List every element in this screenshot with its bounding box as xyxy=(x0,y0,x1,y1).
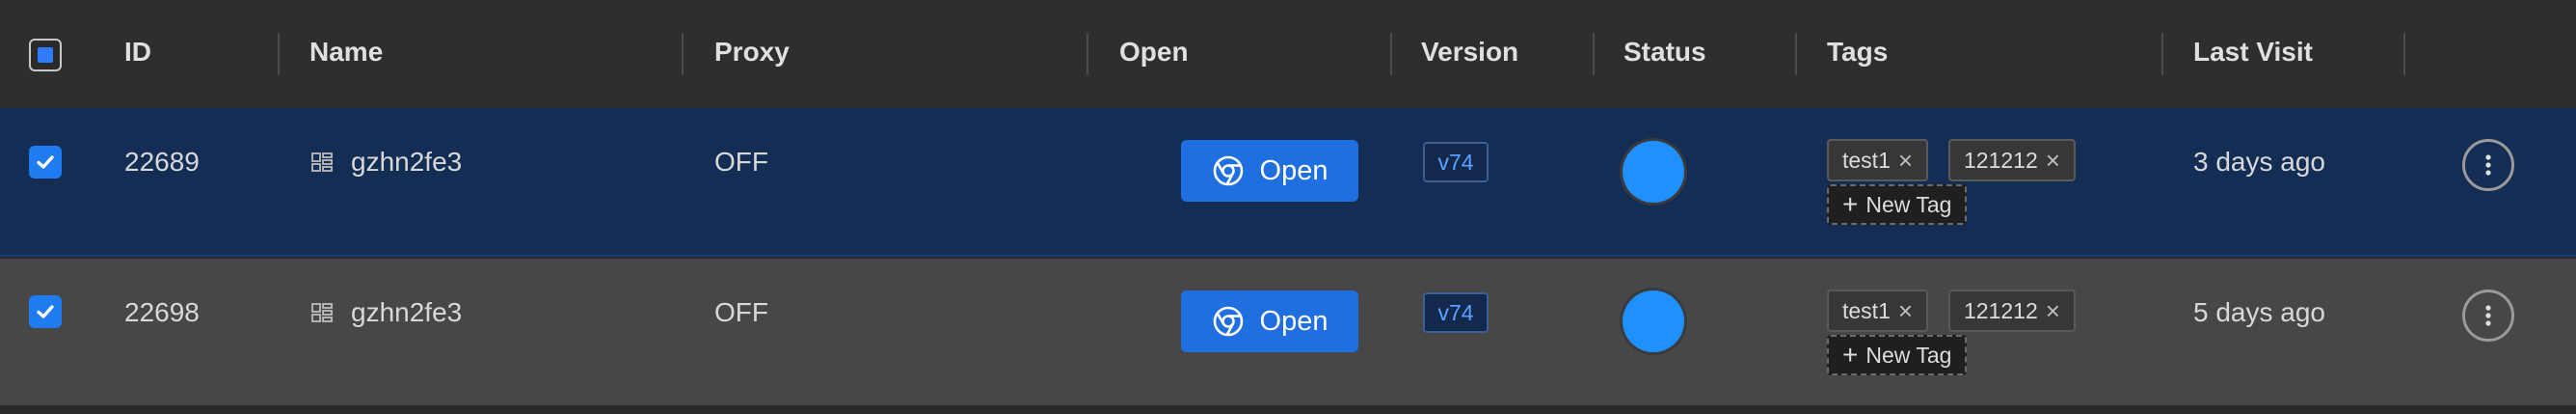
profiles-table: ID Name Proxy Open Version Status Tags L… xyxy=(0,0,2576,414)
last-visit: 3 days ago xyxy=(2193,147,2325,177)
tag-chip: test1 × xyxy=(1827,290,1929,332)
plus-icon: + xyxy=(1842,189,1859,219)
close-icon[interactable]: × xyxy=(1898,148,1913,173)
column-header-proxy[interactable]: Proxy xyxy=(714,37,790,68)
column-header-tags[interactable]: Tags xyxy=(1827,37,1888,68)
column-header-id[interactable]: ID xyxy=(124,37,151,68)
table-bottom-edge xyxy=(0,407,2576,414)
column-separator[interactable] xyxy=(1087,33,1088,75)
tag-label: 121212 xyxy=(1964,147,2038,173)
more-vertical-icon xyxy=(2485,305,2491,326)
last-visit: 5 days ago xyxy=(2193,297,2325,327)
column-header-name[interactable]: Name xyxy=(309,37,383,68)
close-icon[interactable]: × xyxy=(2046,298,2060,323)
open-button-label: Open xyxy=(1259,305,1328,337)
open-button-label: Open xyxy=(1259,154,1328,186)
checkmark-icon xyxy=(37,155,54,169)
checkmark-icon xyxy=(37,305,54,318)
chrome-icon xyxy=(1213,155,1243,186)
profile-id: 22698 xyxy=(124,297,200,327)
new-tag-label: New Tag xyxy=(1865,191,1952,217)
status-indicator xyxy=(1623,141,1684,203)
column-separator[interactable] xyxy=(1795,33,1797,75)
profile-name-cell: gzhn2fe3 xyxy=(310,297,462,328)
close-icon[interactable]: × xyxy=(2046,148,2060,173)
open-browser-button[interactable]: Open xyxy=(1181,140,1358,202)
new-tag-button[interactable]: + New Tag xyxy=(1827,335,1968,375)
indeterminate-mark xyxy=(38,47,53,63)
tag-label: 121212 xyxy=(1964,297,2038,323)
profile-name: gzhn2fe3 xyxy=(351,147,463,177)
tag-chip: 121212 × xyxy=(1948,139,2076,181)
windows-icon xyxy=(311,303,333,322)
tag-label: test1 xyxy=(1842,147,1891,173)
column-header-status[interactable]: Status xyxy=(1623,37,1706,68)
column-header-last-visit[interactable]: Last Visit xyxy=(2193,37,2313,68)
column-header-open[interactable]: Open xyxy=(1119,37,1189,68)
profile-name: gzhn2fe3 xyxy=(351,297,463,327)
column-separator[interactable] xyxy=(2161,33,2163,75)
more-options-button[interactable] xyxy=(2462,139,2514,191)
open-browser-button[interactable]: Open xyxy=(1181,290,1358,352)
column-separator[interactable] xyxy=(2403,33,2405,75)
proxy-value: OFF xyxy=(714,147,768,177)
profile-name-cell: gzhn2fe3 xyxy=(310,147,462,178)
column-separator[interactable] xyxy=(1390,33,1392,75)
row-checkbox[interactable] xyxy=(29,146,62,179)
row-checkbox[interactable] xyxy=(29,295,62,328)
windows-icon xyxy=(311,152,333,172)
proxy-value: OFF xyxy=(714,297,768,327)
status-indicator xyxy=(1623,290,1684,352)
version-badge: v74 xyxy=(1423,292,1489,333)
column-separator[interactable] xyxy=(1593,33,1595,75)
version-badge: v74 xyxy=(1423,142,1489,182)
more-options-button[interactable] xyxy=(2462,290,2514,342)
new-tag-button[interactable]: + New Tag xyxy=(1827,184,1968,225)
column-separator[interactable] xyxy=(682,33,684,75)
chrome-icon xyxy=(1213,306,1243,337)
profile-id: 22689 xyxy=(124,147,200,177)
table-header: ID Name Proxy Open Version Status Tags L… xyxy=(0,0,2576,110)
close-icon[interactable]: × xyxy=(1898,298,1913,323)
new-tag-label: New Tag xyxy=(1865,342,1952,368)
table-row[interactable]: 22689 gzhn2fe3 OFF Open v74 test1 × 1212… xyxy=(0,108,2576,257)
plus-icon: + xyxy=(1842,340,1859,370)
table-row[interactable]: 22698 gzhn2fe3 OFF Open v74 test1 × 1212… xyxy=(0,259,2576,405)
tag-label: test1 xyxy=(1842,297,1891,323)
column-header-version[interactable]: Version xyxy=(1421,37,1518,68)
tag-chip: test1 × xyxy=(1827,139,1929,181)
select-all-checkbox[interactable] xyxy=(29,39,62,71)
tag-chip: 121212 × xyxy=(1948,290,2076,332)
more-vertical-icon xyxy=(2485,154,2491,176)
column-separator[interactable] xyxy=(278,33,280,75)
